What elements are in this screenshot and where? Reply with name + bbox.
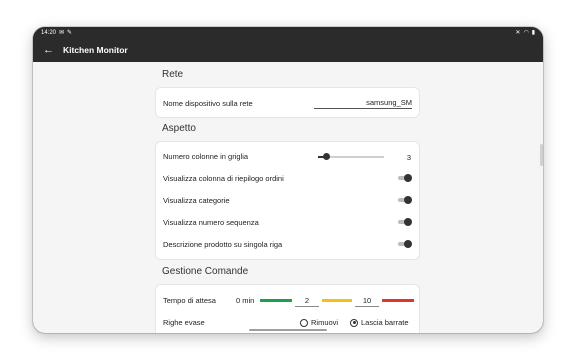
radio-keep[interactable]: Lascia barrate [350, 318, 409, 327]
section-title-rete: Rete [162, 69, 184, 80]
toggle-switch[interactable] [398, 196, 412, 204]
toggle-row[interactable]: Visualizza categorie [163, 189, 412, 211]
toggle-row[interactable]: Visualizza colonna di riepilogo ordini [163, 167, 412, 189]
app-bar: ← Kitchen Monitor [33, 38, 543, 62]
wrench-icon: ✎ [67, 30, 73, 36]
wifi-icon: ◠ [523, 30, 529, 36]
wait-bar-green [260, 299, 292, 302]
toggle-label: Visualizza numero sequenza [163, 217, 259, 227]
toggle-label: Visualizza colonna di riepilogo ordini [163, 173, 284, 183]
toggle-switch[interactable] [398, 174, 412, 182]
app-title: Kitchen Monitor [63, 45, 128, 55]
status-time: 14:20 [41, 29, 57, 36]
mute-icon: ✕ [515, 30, 521, 36]
settings-content[interactable]: Rete Nome dispositivo sulla rete samsung… [33, 62, 543, 333]
battery-icon: ▮ [531, 30, 535, 36]
toggle-label: Visualizza categorie [163, 195, 230, 205]
radio-circle[interactable] [300, 318, 308, 327]
slider-knob[interactable] [322, 153, 330, 160]
card-rete: Nome dispositivo sulla rete samsung_SM [155, 87, 420, 118]
toggle-label: Descrizione prodotto su singola riga [163, 239, 283, 249]
card-aspetto: Numero colonne in griglia 3 Visualizza c… [155, 141, 420, 260]
radio-remove[interactable]: Rimuovi [300, 318, 338, 327]
wait-start: 0 min [236, 296, 255, 305]
home-indicator[interactable] [249, 329, 327, 331]
toggle-switch[interactable] [398, 240, 412, 248]
toggle-switch[interactable] [398, 218, 412, 226]
wait-threshold-2-input[interactable]: 10 [355, 296, 379, 307]
wait-bar-yellow [322, 299, 352, 302]
wait-threshold-1-input[interactable]: 2 [295, 296, 319, 307]
back-arrow-icon[interactable]: ← [43, 44, 59, 56]
wait-bar-red [382, 299, 414, 302]
radio-keep-label: Lascia barrate [361, 318, 409, 327]
mail-icon: ✉ [59, 30, 65, 36]
columns-slider[interactable] [318, 153, 384, 161]
device-name-row[interactable]: Nome dispositivo sulla rete samsung_SM [163, 92, 412, 114]
card-gestione: Tempo di attesa 0 min 2 10 Righe evase R… [155, 284, 420, 333]
columns-value: 3 [406, 153, 411, 162]
status-bar: 14:20 ✉ ✎ ✕ ◠ ▮ [33, 27, 543, 38]
radio-remove-label: Rimuovi [311, 318, 339, 327]
radio-circle[interactable] [350, 318, 358, 327]
section-title-aspetto: Aspetto [162, 123, 196, 134]
tablet-frame: 14:20 ✉ ✎ ✕ ◠ ▮ ← Kitchen Monitor Rete N… [33, 27, 543, 333]
section-title-gestione: Gestione Comande [162, 266, 249, 277]
toggle-row[interactable]: Descrizione prodotto su singola riga [163, 233, 412, 255]
device-name-input[interactable]: samsung_SM [314, 98, 412, 109]
toggle-row[interactable]: Visualizza numero sequenza [163, 211, 412, 233]
scrollbar[interactable] [540, 144, 543, 166]
